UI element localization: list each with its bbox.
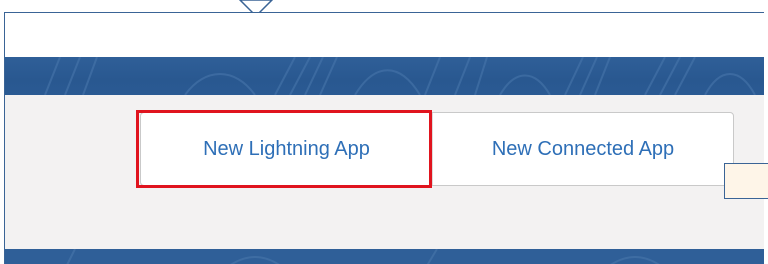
annotation-callout-box	[724, 163, 768, 199]
header-banner	[5, 57, 764, 95]
app-action-button-group: New Lightning App New Connected App	[140, 112, 734, 186]
footer-banner	[5, 249, 764, 264]
new-lightning-app-button[interactable]: New Lightning App	[141, 113, 433, 185]
new-connected-app-button[interactable]: New Connected App	[433, 113, 733, 185]
banner-pattern	[44, 57, 756, 95]
footer-pattern	[66, 249, 660, 264]
